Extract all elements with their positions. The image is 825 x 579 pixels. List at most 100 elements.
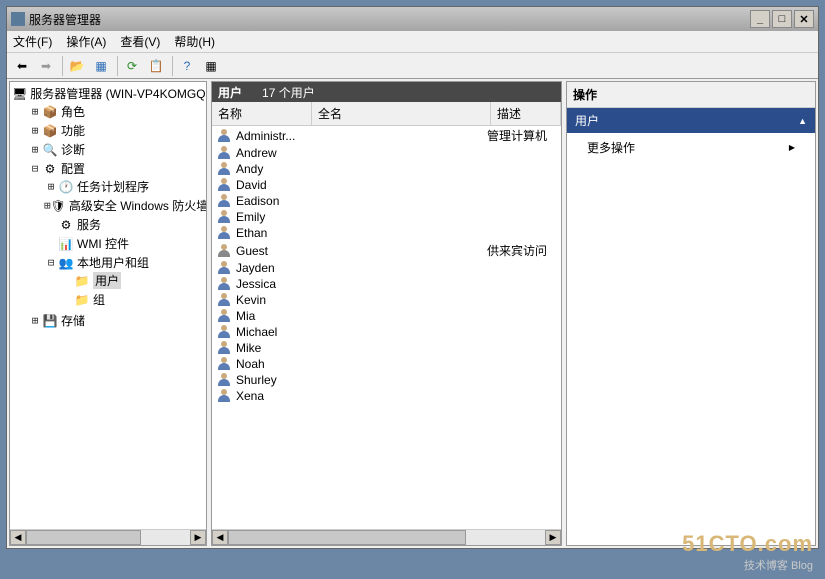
list-item[interactable]: Mike	[212, 340, 561, 356]
list-count: 17 个用户	[262, 84, 315, 101]
list-item[interactable]: Kevin	[212, 292, 561, 308]
user-icon	[216, 277, 232, 291]
up-button[interactable]: 📂	[66, 55, 88, 77]
list-item[interactable]: Mia	[212, 308, 561, 324]
tree-services[interactable]: ⚙服务	[44, 216, 204, 233]
user-desc: 管理计算机	[487, 127, 557, 144]
list-item[interactable]: Ethan	[212, 225, 561, 241]
list-item[interactable]: Administr... 管理计算机	[212, 126, 561, 145]
user-icon	[216, 293, 232, 307]
user-icon	[216, 309, 232, 323]
user-name: Jayden	[236, 261, 336, 275]
refresh-button[interactable]: ⟳	[121, 55, 143, 77]
list-item[interactable]: Eadison	[212, 193, 561, 209]
menu-help[interactable]: 帮助(H)	[174, 33, 215, 50]
list-item[interactable]: Shurley	[212, 372, 561, 388]
tree-diagnostics[interactable]: ⊞🔍诊断	[28, 141, 204, 158]
actions-category[interactable]: 用户▲	[567, 108, 815, 133]
tree-firewall[interactable]: ⊞🛡高级安全 Windows 防火墙	[44, 197, 204, 214]
help-button[interactable]: ?	[176, 55, 198, 77]
list-item[interactable]: Jayden	[212, 260, 561, 276]
list-title: 用户	[218, 84, 242, 101]
menu-action[interactable]: 操作(A)	[66, 33, 106, 50]
list-item[interactable]: David	[212, 177, 561, 193]
user-name: Eadison	[236, 194, 336, 208]
user-name: Michael	[236, 325, 336, 339]
user-icon	[216, 178, 232, 192]
tree-wmi[interactable]: 📊WMI 控件	[44, 235, 204, 252]
list-item[interactable]: Guest供来宾访问	[212, 241, 561, 260]
content-area: 🖥服务器管理器 (WIN-VP4KOMGQQ9 ⊞📦角色 ⊞📦功能 ⊞🔍诊断 ⊟…	[7, 79, 818, 548]
user-name: Jessica	[236, 277, 336, 291]
tree-panel: 🖥服务器管理器 (WIN-VP4KOMGQQ9 ⊞📦角色 ⊞📦功能 ⊞🔍诊断 ⊟…	[9, 81, 207, 546]
minimize-button[interactable]: _	[750, 10, 770, 28]
user-name: Administr...	[236, 129, 336, 143]
list-item[interactable]: Emily	[212, 209, 561, 225]
user-name: Shurley	[236, 373, 336, 387]
user-name: Noah	[236, 357, 336, 371]
tree-users[interactable]: 📁用户	[60, 272, 204, 289]
window-title: 服务器管理器	[29, 11, 748, 28]
tree-storage[interactable]: ⊞💾存储	[28, 312, 204, 329]
user-icon	[216, 194, 232, 208]
tree-groups[interactable]: 📁组	[60, 291, 204, 308]
close-button[interactable]: ✕	[794, 10, 814, 28]
export-button[interactable]: 📋	[145, 55, 167, 77]
actions-panel: 操作 用户▲ 更多操作	[566, 81, 816, 546]
user-list: Administr...管理计算机AndrewAndyDavidEadisonE…	[212, 126, 561, 529]
user-icon	[216, 261, 232, 275]
user-name: Andrew	[236, 146, 336, 160]
tree-root[interactable]: 🖥服务器管理器 (WIN-VP4KOMGQQ9	[12, 85, 204, 102]
list-item[interactable]: Jessica	[212, 276, 561, 292]
user-icon	[216, 389, 232, 403]
col-name[interactable]: 名称	[212, 102, 312, 125]
list-title-bar: 用户 17 个用户	[212, 82, 561, 102]
actions-header: 操作	[567, 82, 815, 108]
app-window: 服务器管理器 _ □ ✕ 文件(F) 操作(A) 查看(V) 帮助(H) ⬅ ➡…	[6, 6, 819, 549]
user-name: Xena	[236, 389, 336, 403]
list-item[interactable]: Andrew	[212, 145, 561, 161]
user-name: David	[236, 178, 336, 192]
show-hide-button[interactable]: ▦	[90, 55, 112, 77]
user-icon	[216, 325, 232, 339]
user-icon	[216, 129, 232, 143]
list-hscrollbar[interactable]: ◀▶	[212, 529, 561, 545]
watermark: 51CTO.com 技术博客 Blog	[682, 531, 813, 573]
back-button[interactable]: ⬅	[11, 55, 33, 77]
tree-features[interactable]: ⊞📦功能	[28, 122, 204, 139]
list-item[interactable]: Andy	[212, 161, 561, 177]
list-item[interactable]: Michael	[212, 324, 561, 340]
user-name: Mia	[236, 309, 336, 323]
forward-button[interactable]: ➡	[35, 55, 57, 77]
tree-task-scheduler[interactable]: ⊞🕐任务计划程序	[44, 178, 204, 195]
column-headers: 名称 全名 描述	[212, 102, 561, 126]
user-name: Andy	[236, 162, 336, 176]
menu-file[interactable]: 文件(F)	[13, 33, 52, 50]
user-name: Kevin	[236, 293, 336, 307]
maximize-button[interactable]: □	[772, 10, 792, 28]
user-icon	[216, 341, 232, 355]
toolbar: ⬅ ➡ 📂 ▦ ⟳ 📋 ? ▦	[7, 53, 818, 79]
user-icon	[216, 162, 232, 176]
app-icon	[11, 12, 25, 26]
list-item[interactable]: Noah	[212, 356, 561, 372]
tree-config[interactable]: ⊟⚙配置	[28, 160, 204, 177]
user-icon	[216, 373, 232, 387]
tree-hscrollbar[interactable]: ◀▶	[10, 529, 206, 545]
user-icon	[216, 357, 232, 371]
more-actions[interactable]: 更多操作	[567, 133, 815, 162]
user-name: Guest	[236, 244, 336, 258]
tree-local-users-groups[interactable]: ⊟👥本地用户和组	[44, 254, 204, 271]
user-icon	[216, 226, 232, 240]
title-bar[interactable]: 服务器管理器 _ □ ✕	[7, 7, 818, 31]
menu-view[interactable]: 查看(V)	[120, 33, 160, 50]
user-icon	[216, 210, 232, 224]
properties-button[interactable]: ▦	[200, 55, 222, 77]
list-item[interactable]: Xena	[212, 388, 561, 404]
nav-tree: 🖥服务器管理器 (WIN-VP4KOMGQQ9 ⊞📦角色 ⊞📦功能 ⊞🔍诊断 ⊟…	[10, 82, 206, 529]
tree-roles[interactable]: ⊞📦角色	[28, 103, 204, 120]
col-fullname[interactable]: 全名	[312, 102, 491, 125]
user-icon	[216, 146, 232, 160]
col-desc[interactable]: 描述	[491, 102, 561, 125]
user-icon	[216, 244, 232, 258]
